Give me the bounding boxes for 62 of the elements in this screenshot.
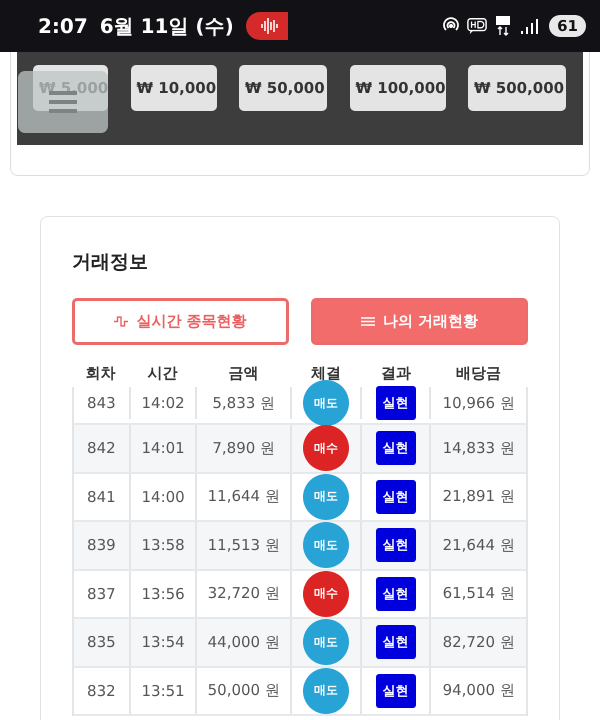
table-cell: 44,000 원 <box>197 619 292 666</box>
trade-type-badge: 매도 <box>302 522 349 568</box>
amount-button[interactable]: ₩ 100,000 <box>350 65 446 111</box>
date: 6월 11일 (수) <box>100 12 234 40</box>
column-header: 체결 <box>310 364 342 382</box>
table-cell-text: 14,833 원 <box>442 438 516 459</box>
table-cell: 14:01 <box>130 425 198 472</box>
table-cell: 5,833 원 <box>197 387 292 419</box>
trade-type-badge: 매도 <box>302 380 349 426</box>
table-cell: 837 <box>74 570 131 617</box>
column-header: 시간 <box>146 364 178 382</box>
table-cell: 832 <box>74 668 131 714</box>
table-cell: 839 <box>74 522 131 568</box>
recording-waveform-icon <box>246 12 288 40</box>
table-cell: 7,890 원 <box>197 425 292 472</box>
trade-type-badge: 매도 <box>302 474 349 520</box>
table-cell: 50,000 원 <box>197 668 292 714</box>
table-cell: 13:54 <box>130 619 198 666</box>
signal-icon <box>519 16 540 36</box>
table-cell: 13:56 <box>130 570 198 617</box>
table-cell: 32,720 원 <box>197 570 292 617</box>
menu-button[interactable] <box>18 71 108 133</box>
column-header: 금액 <box>228 364 260 382</box>
trade-type-badge: 매도 <box>302 668 349 714</box>
result-badge: 실현 <box>376 625 416 660</box>
amount-button[interactable]: ₩ 50,000 <box>239 65 327 111</box>
trade-type-badge: 매수 <box>302 425 349 472</box>
column-header: 회차 <box>84 364 116 382</box>
table-cell: 842 <box>74 425 131 472</box>
table-cell: 11,513 원 <box>197 522 292 568</box>
result-badge: 실현 <box>376 431 416 466</box>
amount-button[interactable]: ₩ 10,000 <box>130 65 216 111</box>
table-cell-text: 21,891 원 <box>442 486 516 508</box>
hd-voice-icon <box>467 16 488 36</box>
trade-type-badge: 매도 <box>302 619 349 666</box>
table-cell-text: 10,966 원 <box>442 392 516 414</box>
battery-level: 61 <box>549 15 586 37</box>
table-cell: 11,644 원 <box>197 474 292 520</box>
result-badge: 실현 <box>376 674 416 708</box>
table-cell-text: 61,514 원 <box>442 583 516 604</box>
table-cell: 14:02 <box>130 387 198 419</box>
table-cell-text: 21,644 원 <box>442 534 516 556</box>
column-header: 결과 <box>380 364 412 382</box>
table-cell-text: 82,720 원 <box>442 632 516 653</box>
amount-button[interactable]: ₩ 500,000 <box>468 65 566 111</box>
table-cell-text: 94,000 원 <box>442 680 516 702</box>
table-cell: 14:00 <box>130 474 198 520</box>
result-badge: 실현 <box>376 480 416 514</box>
lines-icon <box>360 316 375 327</box>
result-badge: 실현 <box>376 576 416 611</box>
table-cell: 835 <box>74 619 131 666</box>
table-cell: 843 <box>74 387 131 419</box>
clock: 2:07 <box>38 14 88 38</box>
column-header: 배당금 <box>455 364 502 382</box>
pulse-icon <box>114 316 128 327</box>
result-badge: 실현 <box>376 528 416 562</box>
result-badge: 실현 <box>376 386 416 420</box>
table-cell: 13:58 <box>130 522 198 568</box>
section-title: 거래정보 <box>72 250 149 275</box>
table-cell: 841 <box>74 474 131 520</box>
table-cell: 13:51 <box>130 668 198 714</box>
trade-type-badge: 매수 <box>302 570 349 617</box>
